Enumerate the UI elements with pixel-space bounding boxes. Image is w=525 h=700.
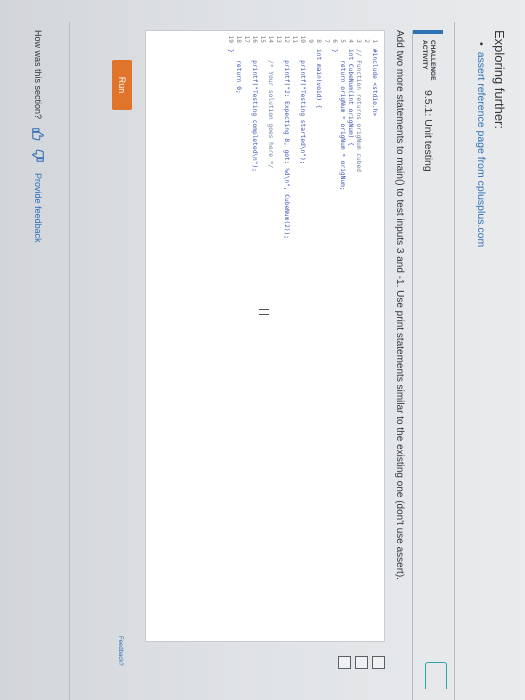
line-number: 18 bbox=[235, 35, 242, 43]
further-list-item: • assert reference page from cplusplus.co… bbox=[475, 42, 487, 247]
checkbox-icon[interactable] bbox=[372, 656, 385, 669]
code-line[interactable]: 9 bbox=[306, 31, 314, 49]
activity-type-label: CHALLENGE ACTIVITY bbox=[420, 40, 436, 81]
activity-type-line1: CHALLENGE bbox=[429, 40, 436, 81]
line-number: 19 bbox=[227, 35, 234, 43]
bullet: • bbox=[475, 42, 487, 46]
page-canvas: Exploring further: • assert reference pag… bbox=[0, 0, 525, 700]
code-line[interactable]: 11 bbox=[290, 31, 298, 49]
line-number: 15 bbox=[259, 35, 266, 43]
activity-header: CHALLENGE ACTIVITY 9.5.1: Unit testing bbox=[413, 30, 443, 172]
line-number: 14 bbox=[267, 35, 274, 43]
provide-feedback-link[interactable]: Provide feedback bbox=[33, 173, 43, 243]
line-number: 1 bbox=[371, 39, 378, 43]
code-line[interactable]: 6} bbox=[330, 31, 338, 53]
activity-separator bbox=[412, 30, 413, 700]
assert-reference-link[interactable]: assert reference page from cplusplus.com bbox=[475, 52, 487, 248]
code-line[interactable]: 17 bbox=[242, 31, 250, 49]
thumbs-down-icon[interactable] bbox=[31, 149, 45, 163]
line-number: 2 bbox=[363, 39, 370, 43]
code-text: return origNum * origNum * origNum; bbox=[339, 49, 346, 191]
code-text: #include <stdio.h> bbox=[371, 49, 378, 117]
checkbox-icon[interactable] bbox=[355, 656, 368, 669]
code-text: } bbox=[227, 49, 234, 53]
feedback-question: How was this section? bbox=[33, 30, 43, 120]
code-line[interactable]: 4 int CubeNum(int origNum) { bbox=[346, 31, 354, 146]
line-number: 3 bbox=[355, 39, 362, 43]
divider bbox=[454, 22, 455, 700]
side-panel bbox=[245, 648, 385, 676]
code-line[interactable]: 5 return origNum * origNum * origNum; bbox=[338, 31, 346, 191]
code-line[interactable]: 3 // Function returns origNum cubed bbox=[354, 31, 362, 172]
code-text: } bbox=[331, 49, 338, 53]
collapse-tab[interactable] bbox=[425, 662, 447, 689]
line-number: 6 bbox=[331, 39, 338, 43]
line-number: 10 bbox=[299, 35, 306, 43]
divider bbox=[69, 22, 70, 700]
code-line[interactable]: 10 printf("Testing started\n"); bbox=[298, 31, 306, 165]
code-line[interactable]: 19} bbox=[226, 31, 234, 53]
line-number: 7 bbox=[323, 39, 330, 43]
code-editor[interactable]: 1 #include <stdio.h> 2 3 // Function returns… bbox=[145, 30, 385, 642]
text-cursor-icon bbox=[259, 309, 269, 315]
code-text: printf("Testing started\n"); bbox=[299, 49, 306, 165]
run-button[interactable]: Run bbox=[112, 60, 132, 110]
activity-title: 9.5.1: Unit testing bbox=[422, 90, 434, 172]
code-line[interactable]: 13 bbox=[274, 31, 282, 49]
feedback-link[interactable]: Feedback? bbox=[117, 636, 123, 666]
line-number: 17 bbox=[243, 35, 250, 43]
code-line[interactable]: 2 bbox=[362, 31, 370, 49]
code-text: int CubeNum(int origNum) { bbox=[347, 49, 354, 146]
activity-prompt: Add two more statements to main() to tes… bbox=[394, 30, 405, 580]
code-text: return 0; bbox=[235, 49, 242, 94]
activity-type-line2: ACTIVITY bbox=[421, 40, 428, 70]
line-number: 5 bbox=[339, 39, 346, 43]
exploring-further-title: Exploring further: bbox=[492, 30, 507, 129]
checkbox-icon[interactable] bbox=[338, 656, 351, 669]
code-text: printf("Testing completed\n"); bbox=[251, 49, 258, 172]
thumbs-up-icon[interactable] bbox=[31, 127, 45, 141]
code-text: // Function returns origNum cubed bbox=[355, 49, 362, 172]
code-line[interactable]: 7 bbox=[322, 31, 330, 49]
line-number: 16 bbox=[251, 35, 258, 43]
code-line[interactable]: 8 int main(void) { bbox=[314, 31, 322, 109]
section-feedback-footer: How was this section? Provide feedback bbox=[31, 30, 45, 243]
activity-accent-bar bbox=[413, 30, 443, 34]
line-number: 9 bbox=[307, 39, 314, 43]
code-text: /* Your solution goes here */ bbox=[267, 49, 274, 169]
line-number: 4 bbox=[347, 39, 354, 43]
code-text: int main(void) { bbox=[315, 49, 322, 109]
code-line[interactable]: 16 printf("Testing completed\n"); bbox=[250, 31, 258, 172]
line-number: 8 bbox=[315, 39, 322, 43]
code-text: printf("2: Expecting 8, got: %d\n", Cube… bbox=[283, 49, 290, 239]
code-line[interactable]: 18 return 0; bbox=[234, 31, 242, 94]
line-number: 13 bbox=[275, 35, 282, 43]
code-line[interactable]: 12 printf("2: Expecting 8, got: %d\n", C… bbox=[282, 31, 290, 239]
code-line[interactable]: 1 #include <stdio.h> bbox=[370, 31, 378, 116]
line-number: 11 bbox=[291, 35, 298, 43]
code-line[interactable]: 15 bbox=[258, 31, 266, 49]
line-number: 12 bbox=[283, 35, 290, 43]
code-line[interactable]: 14 /* Your solution goes here */ bbox=[266, 31, 274, 169]
